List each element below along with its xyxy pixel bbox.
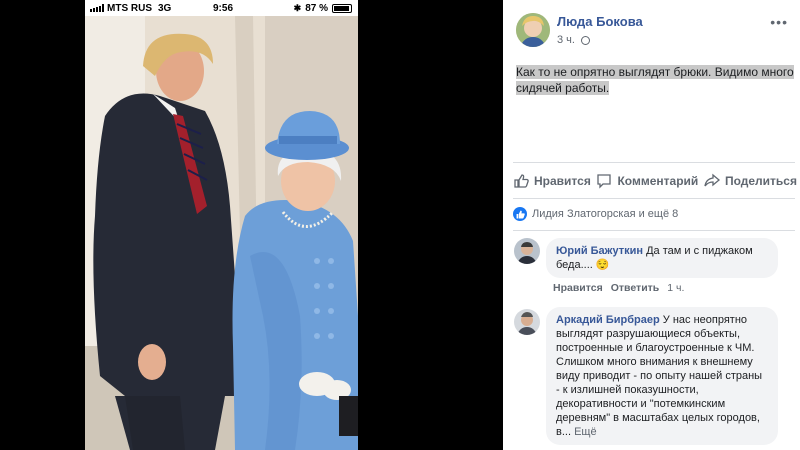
more-dots-icon[interactable]: ••• (770, 14, 788, 30)
battery-icon (332, 3, 352, 13)
see-more-link[interactable]: Ещё (574, 426, 597, 438)
thumbs-up-icon (514, 174, 529, 188)
post-author[interactable]: Люда Бокова (557, 14, 643, 29)
phone-time: 9:56 (213, 2, 234, 14)
commenter-avatar[interactable] (514, 238, 540, 264)
post-actions: Нравится Комментарий Поделиться (513, 166, 797, 196)
relieved-emoji-icon: 😌 (595, 259, 610, 271)
share-icon (704, 173, 720, 187)
facebook-post-panel: Люда Бокова 3 ч. ••• Как то не опрятно в… (503, 0, 800, 450)
screen: MTS RUS 3G 9:56 ✱ 87 % Люда Бокова 3 ч. … (0, 0, 800, 450)
comment-bubble: Юрий Бажуткин Да там и с пиджаком беда..… (546, 238, 778, 278)
network-label: 3G (158, 2, 172, 14)
like-button[interactable]: Нравится (513, 173, 591, 189)
likes-summary[interactable]: Лидия Златогорская и ещё 8 (513, 207, 678, 221)
comment-bubble: Аркадий Бирбраер У нас неопрятно выглядя… (546, 307, 778, 445)
comment-text: У нас неопрятно выглядят разрушающиеся о… (556, 314, 763, 438)
commenter-avatar-image (514, 238, 540, 264)
commenter-avatar[interactable] (514, 309, 540, 335)
comment-button[interactable]: Комментарий (596, 173, 698, 189)
comment-icon (597, 174, 612, 189)
comment-author[interactable]: Юрий Бажуткин (556, 245, 643, 257)
comment-reply-link[interactable]: Ответить (611, 282, 660, 294)
like-badge-icon (513, 207, 527, 221)
comment-author[interactable]: Аркадий Бирбраер (556, 314, 660, 326)
carrier-label: MTS RUS (107, 2, 152, 14)
author-avatar-image (516, 13, 550, 47)
photo-scene (85, 16, 358, 450)
bluetooth-icon: ✱ (293, 2, 302, 13)
comment-time[interactable]: 1 ч. (667, 282, 684, 294)
signal-icon (90, 4, 104, 12)
comment-actions: Нравится Ответить 1 ч. (553, 282, 684, 294)
phone-photo: MTS RUS 3G 9:56 ✱ 87 % (85, 0, 358, 450)
divider (513, 230, 795, 231)
status-right: ✱ 87 % (294, 3, 352, 14)
divider (513, 198, 795, 199)
commenter-avatar-image (514, 309, 540, 335)
share-button[interactable]: Поделиться (704, 173, 797, 189)
post-time[interactable]: 3 ч. (557, 34, 575, 46)
post-meta: 3 ч. (557, 34, 590, 46)
battery-label: 87 % (305, 2, 328, 14)
phone-status-bar: MTS RUS 3G 9:56 ✱ 87 % (85, 0, 358, 16)
post-text: Как то не опрятно выглядят брюки. Видимо… (516, 65, 794, 95)
comment-like-link[interactable]: Нравится (553, 282, 603, 294)
globe-icon (580, 35, 590, 45)
author-avatar[interactable] (516, 13, 550, 47)
divider (513, 162, 795, 163)
